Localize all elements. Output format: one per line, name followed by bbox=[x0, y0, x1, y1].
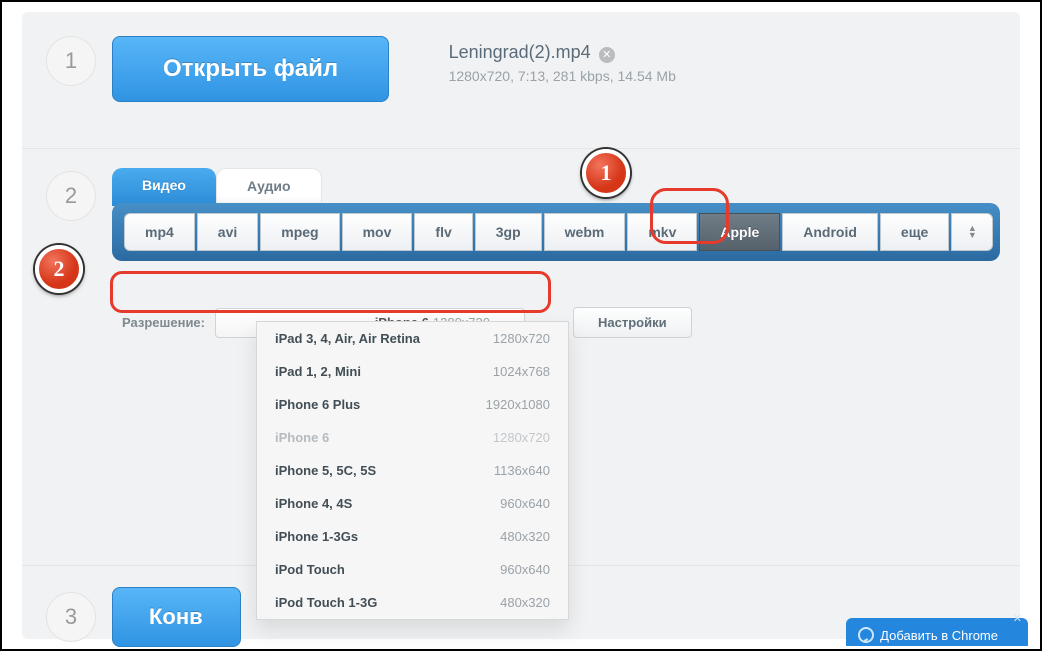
format-more[interactable]: еще bbox=[880, 213, 949, 251]
format-android[interactable]: Android bbox=[782, 213, 878, 251]
dd-iphone5[interactable]: iPhone 5, 5C, 5S1136x640 bbox=[257, 454, 568, 487]
tabs: Видео Аудио mp4 avi mpeg mov flv 3gp web… bbox=[112, 168, 1000, 261]
dd-ipodtouch13g[interactable]: iPod Touch 1-3G480x320 bbox=[257, 586, 568, 619]
dd-iphone4[interactable]: iPhone 4, 4S960x640 bbox=[257, 487, 568, 520]
dd-ipad12mini[interactable]: iPad 1, 2, Mini1024x768 bbox=[257, 355, 568, 388]
convert-button[interactable]: Конв bbox=[112, 587, 241, 647]
format-avi[interactable]: avi bbox=[197, 213, 258, 251]
chevron-updown-icon: ▲▼ bbox=[968, 225, 977, 239]
outer-frame: 1 Открыть файл Leningrad(2).mp4 ✕ 1280x7… bbox=[0, 0, 1042, 651]
format-spinner[interactable]: ▲▼ bbox=[951, 213, 993, 251]
open-file-button[interactable]: Открыть файл bbox=[112, 36, 389, 102]
chrome-icon bbox=[858, 627, 874, 643]
step-badge-2: 2 bbox=[46, 171, 96, 221]
format-apple[interactable]: Apple bbox=[699, 213, 780, 251]
file-info: Leningrad(2).mp4 ✕ 1280x720, 7:13, 281 k… bbox=[449, 42, 676, 84]
format-webm[interactable]: webm bbox=[544, 213, 626, 251]
format-bar: mp4 avi mpeg mov flv 3gp webm mkv Apple … bbox=[112, 203, 1000, 261]
format-mpeg[interactable]: mpeg bbox=[260, 213, 339, 251]
file-meta: 1280x720, 7:13, 281 kbps, 14.54 Mb bbox=[449, 68, 676, 84]
format-3gp[interactable]: 3gp bbox=[475, 213, 542, 251]
callout-badge-1: 1 bbox=[582, 149, 630, 197]
content-panel: 1 Открыть файл Leningrad(2).mp4 ✕ 1280x7… bbox=[22, 12, 1020, 639]
resolution-label: Разрешение: bbox=[122, 315, 205, 330]
close-icon[interactable]: ✕ bbox=[1013, 612, 1022, 625]
dd-iphone6[interactable]: iPhone 61280x720 bbox=[257, 421, 568, 454]
format-mov[interactable]: mov bbox=[342, 213, 413, 251]
dd-iphone13gs[interactable]: iPhone 1-3Gs480x320 bbox=[257, 520, 568, 553]
step-badge-1: 1 bbox=[46, 36, 96, 86]
tab-video[interactable]: Видео bbox=[112, 168, 216, 206]
file-name-row: Leningrad(2).mp4 ✕ bbox=[449, 42, 676, 63]
tab-audio[interactable]: Аудио bbox=[216, 168, 322, 206]
format-mp4[interactable]: mp4 bbox=[124, 213, 195, 251]
format-mkv[interactable]: mkv bbox=[627, 213, 697, 251]
remove-file-icon[interactable]: ✕ bbox=[599, 47, 615, 63]
dd-ipodtouch[interactable]: iPod Touch960x640 bbox=[257, 553, 568, 586]
settings-button[interactable]: Настройки bbox=[573, 307, 692, 338]
resolution-dropdown: iPad 3, 4, Air, Air Retina1280x720 iPad … bbox=[256, 321, 569, 620]
add-to-chrome-pill[interactable]: ✕ Добавить в Chrome bbox=[846, 618, 1028, 646]
step-badge-3: 3 bbox=[46, 592, 96, 642]
dd-ipad34[interactable]: iPad 3, 4, Air, Air Retina1280x720 bbox=[257, 322, 568, 355]
separator bbox=[22, 148, 1020, 149]
file-name: Leningrad(2).mp4 bbox=[449, 42, 591, 62]
add-to-chrome-label: Добавить в Chrome bbox=[880, 628, 998, 643]
step-1: 1 Открыть файл Leningrad(2).mp4 ✕ 1280x7… bbox=[22, 12, 1020, 152]
callout-badge-2: 2 bbox=[35, 245, 83, 293]
format-flv[interactable]: flv bbox=[414, 213, 472, 251]
dd-iphone6plus[interactable]: iPhone 6 Plus1920x1080 bbox=[257, 388, 568, 421]
